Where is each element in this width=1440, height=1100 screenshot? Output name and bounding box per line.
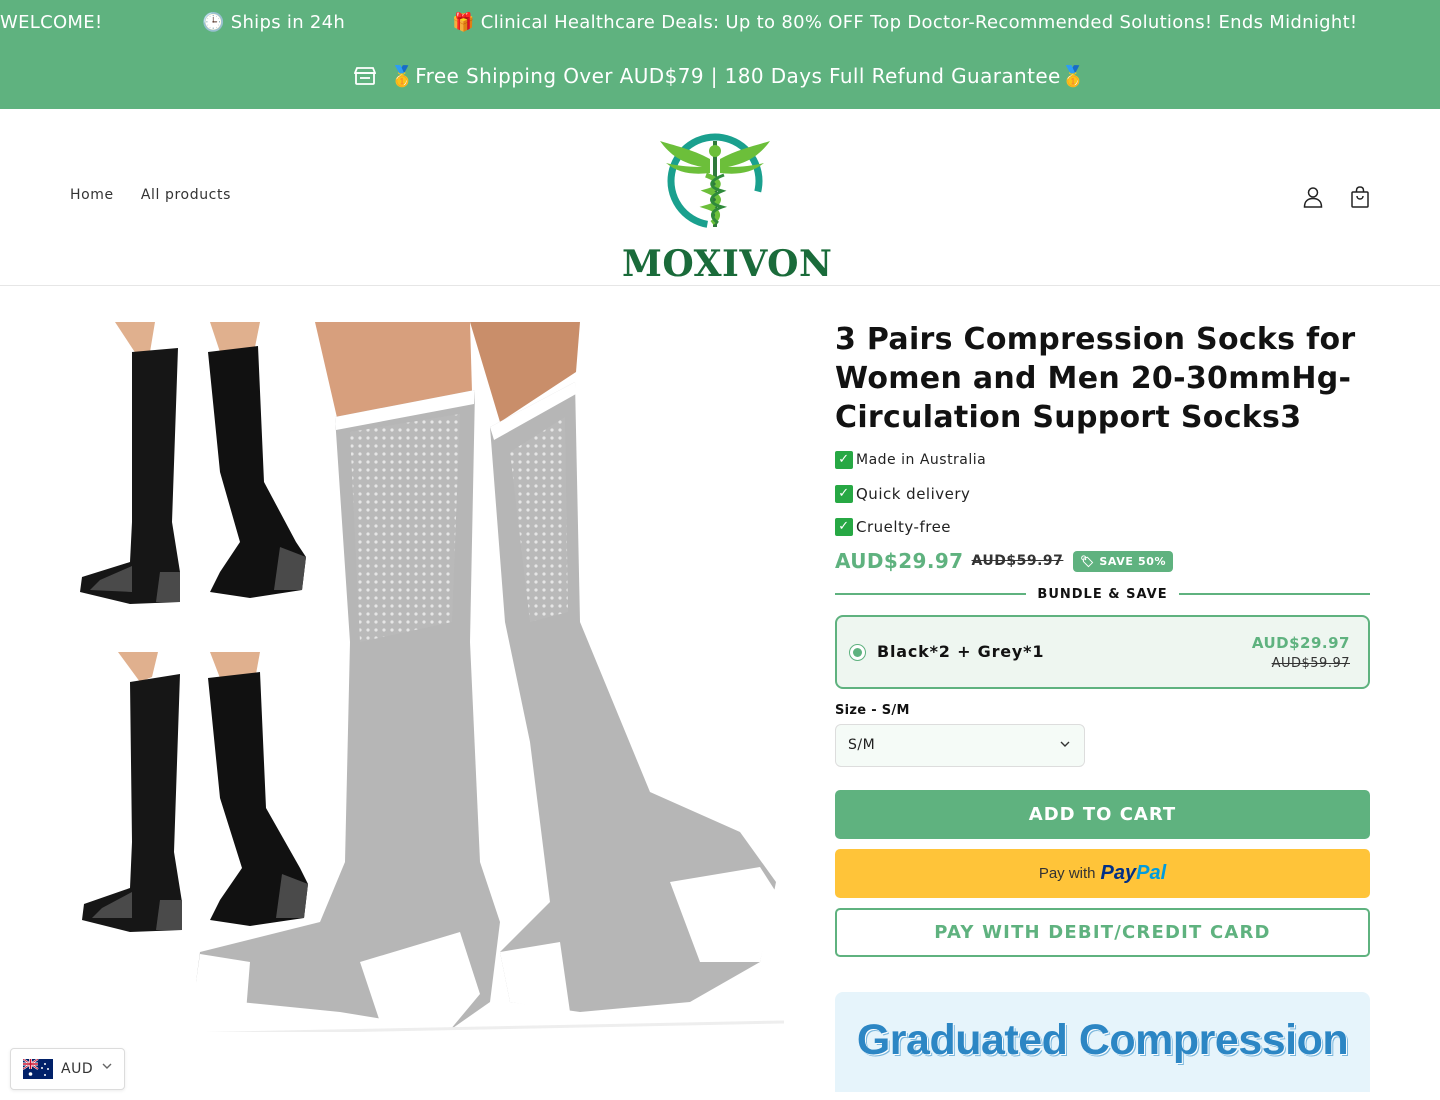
- bundle-price: AUD$29.97: [1251, 634, 1350, 652]
- save-badge-label: SAVE 50%: [1099, 554, 1167, 568]
- size-select-value: S/M: [848, 737, 876, 753]
- bundle-heading-label: BUNDLE & SAVE: [1037, 586, 1168, 602]
- currency-code: AUD: [61, 1061, 94, 1077]
- nav-home-link[interactable]: Home: [70, 187, 114, 203]
- feature-label: Quick delivery: [856, 484, 971, 503]
- product-title: 3 Pairs Compression Socks for Women and …: [835, 322, 1356, 435]
- bundle-heading: BUNDLE & SAVE: [835, 583, 1371, 605]
- product-info: 3 Pairs Compression Socks for Women and …: [835, 320, 1371, 1092]
- header-icons: [1281, 186, 1370, 212]
- sale-price: AUD$29.97: [835, 549, 964, 573]
- cart-icon[interactable]: [1350, 186, 1370, 212]
- compression-socks-image: [80, 322, 785, 1036]
- announcement-ships: 🕒 Ships in 24h: [202, 12, 346, 33]
- main-nav: Home All products: [70, 187, 253, 203]
- bundle-option[interactable]: Black*2 + Grey*1 AUD$29.97 AUD$59.97: [835, 615, 1370, 689]
- feature-item: ✓ Quick delivery: [835, 477, 1370, 510]
- chevron-down-icon: [102, 1062, 112, 1073]
- australia-flag-icon: [22, 1058, 53, 1083]
- feature-item: ✓ Cruelty-free: [835, 510, 1370, 543]
- account-icon[interactable]: [1303, 186, 1323, 212]
- paypal-logo-pal: Pal: [1136, 862, 1167, 884]
- tag-icon: 🏷: [1080, 554, 1100, 568]
- pay-with-card-button[interactable]: PAY WITH DEBIT/CREDIT CARD: [835, 908, 1370, 957]
- divider-line: [1178, 593, 1371, 595]
- store-icon: [353, 66, 377, 91]
- feature-item: ✓ Made in Australia: [835, 449, 1370, 471]
- check-icon: ✓: [835, 517, 853, 536]
- size-select[interactable]: S/M: [835, 724, 1085, 767]
- announcement-shipping: 🥇Free Shipping Over AUD$79 | 180 Days Fu…: [389, 64, 1087, 88]
- nav-all-products-link[interactable]: All products: [141, 187, 231, 203]
- logo-emblem-icon: [660, 133, 770, 229]
- announcement-row-bottom: 🥇Free Shipping Over AUD$79 | 180 Days Fu…: [0, 64, 1440, 91]
- store-logo[interactable]: MOXIVON: [622, 129, 832, 285]
- announcement-row-top: WELCOME! 🕒 Ships in 24h 🎁 Clinical Healt…: [0, 12, 1440, 38]
- check-icon: ✓: [835, 484, 853, 503]
- promo-banner-text: Graduated Compression: [856, 1016, 1349, 1064]
- announcement-bar: WELCOME! 🕒 Ships in 24h 🎁 Clinical Healt…: [0, 0, 1440, 109]
- feature-label: Made in Australia: [856, 452, 987, 468]
- compare-price: AUD$59.97: [971, 553, 1064, 569]
- paypal-logo-pay: Pay: [1100, 862, 1137, 884]
- chevron-down-icon: [1060, 738, 1070, 751]
- paypal-prefix: Pay with: [1038, 865, 1096, 882]
- size-label: Size - S/M: [835, 703, 910, 718]
- bundle-compare-price: AUD$59.97: [1271, 656, 1350, 671]
- announcement-welcome: WELCOME!: [0, 12, 103, 33]
- check-icon: ✓: [835, 451, 853, 469]
- save-badge: 🏷 SAVE 50%: [1073, 550, 1174, 572]
- site-header: Home All products MOXIVON: [0, 109, 1440, 286]
- feature-list: ✓ Made in Australia ✓ Quick delivery ✓ C…: [835, 449, 1370, 543]
- divider-line: [835, 593, 1027, 595]
- logo-text: MOXIVON: [622, 243, 833, 285]
- add-to-cart-button[interactable]: ADD TO CART: [835, 790, 1370, 839]
- price-row: AUD$29.97 AUD$59.97 🏷 SAVE 50%: [835, 545, 1370, 577]
- feature-label: Cruelty-free: [856, 517, 952, 536]
- paypal-button[interactable]: Pay with Pay Pal: [835, 849, 1370, 898]
- bundle-option-label: Black*2 + Grey*1: [877, 642, 1045, 661]
- announcement-deals: 🎁 Clinical Healthcare Deals: Up to 80% O…: [452, 12, 1358, 33]
- currency-selector[interactable]: AUD: [10, 1048, 125, 1090]
- promo-banner: Graduated Compression: [835, 992, 1370, 1092]
- product-image[interactable]: [60, 322, 785, 1036]
- bundle-radio[interactable]: [849, 644, 866, 661]
